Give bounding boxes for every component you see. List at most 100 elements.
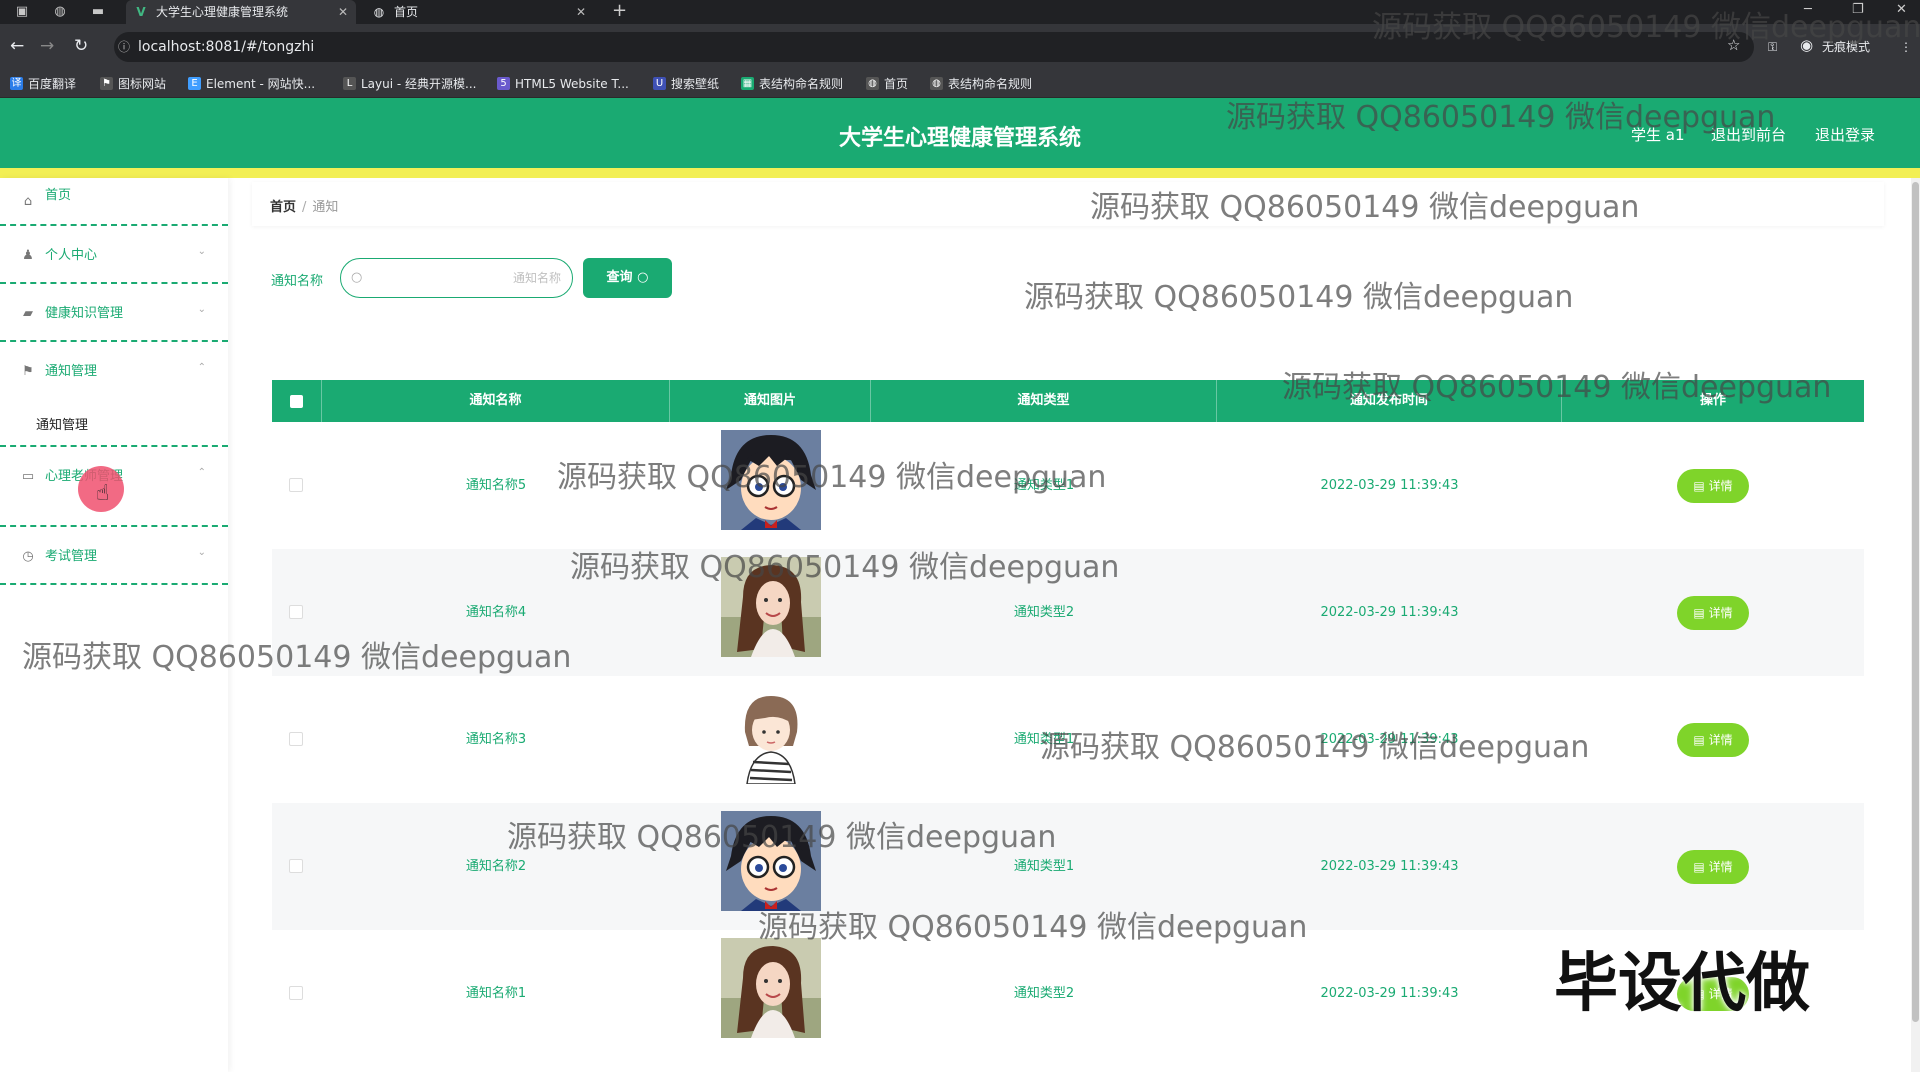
row-checkbox[interactable] — [289, 859, 303, 873]
query-button[interactable]: 查询 ○ — [583, 258, 672, 298]
select-all-cell — [272, 380, 322, 422]
document-icon: ▤ — [1693, 987, 1709, 1001]
chevron-down-icon: ⌄ — [197, 304, 206, 315]
anime-boy-avatar — [721, 430, 821, 530]
sidebar: ⌂ 首页 ♟ 个人中心 ⌄ ▰ 健康知识管理 ⌄ ⚑ 通知管理 ⌃ 通知管理 ▭… — [0, 178, 228, 1072]
notice-image — [721, 557, 821, 657]
cartoon-girl-avatar — [721, 684, 821, 784]
sidebar-item-profile[interactable]: ♟ 个人中心 ⌄ — [0, 226, 228, 284]
header-name: 通知名称 — [322, 380, 670, 422]
bookmarks-bar: 译百度翻译 ⚑ 图标网站 E Element - 网站快... L Layui - 经… — [0, 70, 1920, 98]
header-image: 通知图片 — [670, 380, 871, 422]
back-icon[interactable]: ← — [10, 36, 24, 56]
globe-icon[interactable]: ◍ — [51, 3, 69, 21]
bookmark[interactable]: L Layui - 经典开源模... — [343, 76, 476, 92]
notice-image — [721, 938, 821, 1038]
detail-button[interactable]: ▤ 详情 — [1677, 723, 1749, 757]
bookmark[interactable]: ⚑ 图标网站 — [100, 76, 166, 92]
url-field[interactable]: ⓘ localhost:8081/#/tongzhi — [114, 32, 1754, 62]
briefcase-icon: ▰ — [23, 306, 33, 321]
row-checkbox[interactable] — [289, 605, 303, 619]
tab-title: 首页 — [394, 5, 419, 19]
globe-icon: ◍ — [930, 77, 943, 90]
bookmark[interactable]: 5 HTML5 Website T... — [497, 76, 629, 92]
star-icon[interactable]: ☆ — [1727, 36, 1740, 54]
chevron-up-icon: ⌃ — [197, 362, 206, 373]
close-window-icon[interactable]: ✕ — [1896, 0, 1907, 20]
chevron-up-icon: ⌃ — [197, 467, 206, 478]
bookmark[interactable]: ◍ 表结构命名规则 — [930, 76, 1032, 92]
header-type: 通知类型 — [871, 380, 1217, 422]
breadcrumb: 首页 / 通知 — [252, 182, 1884, 226]
table-row: 通知名称1 通知类型2 2022-03-29 11:39:43 ▤ 详情 — [272, 930, 1864, 1057]
flag-icon: ⚑ — [100, 77, 113, 90]
reload-icon[interactable]: ↻ — [74, 36, 88, 56]
row-checkbox[interactable] — [289, 732, 303, 746]
browser-app-icon[interactable]: ▣ — [13, 3, 31, 21]
notice-type: 通知类型2 — [1013, 986, 1075, 1001]
incognito-label[interactable]: 无痕模式 — [1822, 38, 1870, 56]
document-icon: ▤ — [1693, 860, 1709, 874]
detail-button[interactable]: ▤ 详情 — [1677, 977, 1749, 1011]
browser-tab-active[interactable]: V 大学生心理健康管理系统 ✕ — [126, 0, 356, 24]
row-checkbox[interactable] — [289, 478, 303, 492]
breadcrumb-home[interactable]: 首页 — [270, 200, 296, 215]
sidebar-item-notices[interactable]: ⚑ 通知管理 ⌃ 通知管理 — [0, 342, 228, 447]
page-scrollbar[interactable] — [1911, 178, 1920, 1072]
notice-name: 通知名称4 — [465, 605, 527, 620]
notice-image — [721, 684, 821, 784]
close-tab-icon[interactable]: ✕ — [576, 0, 586, 24]
detail-button[interactable]: ▤ 详情 — [1677, 596, 1749, 630]
tab-strip-icon[interactable]: ▬ — [89, 3, 107, 21]
key-icon[interactable]: ⚿ — [1768, 38, 1777, 56]
incognito-icon[interactable]: ◉ — [1800, 36, 1813, 54]
close-tab-icon[interactable]: ✕ — [338, 0, 348, 24]
hand-cursor-icon: ☝ — [96, 481, 110, 506]
select-all-checkbox[interactable] — [290, 395, 303, 408]
logout-link[interactable]: 退出登录 — [1815, 124, 1875, 145]
breadcrumb-separator: / — [302, 200, 307, 215]
notice-name: 通知名称5 — [465, 478, 527, 493]
minimize-icon[interactable]: ─ — [1804, 0, 1812, 20]
bookmark[interactable]: E Element - 网站快... — [188, 76, 315, 92]
search-input-wrapper[interactable]: ○ — [340, 258, 573, 298]
clock-icon: ◷ — [22, 549, 34, 564]
bookmark[interactable]: ◍ 首页 — [866, 76, 908, 92]
app-header: 大学生心理健康管理系统 学生 a1 退出到前台 退出登录 — [0, 98, 1920, 168]
flag-icon: ⚑ — [22, 364, 34, 379]
detail-button[interactable]: ▤ 详情 — [1677, 469, 1749, 503]
table-row: 通知名称5 通知类型1 2022-03-29 11:39:43 ▤ 详情 — [272, 422, 1864, 549]
sidebar-item-health-knowledge[interactable]: ▰ 健康知识管理 ⌄ — [0, 284, 228, 342]
woman-photo — [721, 938, 821, 1038]
notice-name: 通知名称1 — [465, 986, 527, 1001]
sidebar-item-home[interactable]: ⌂ 首页 — [0, 178, 228, 226]
browser-tab[interactable]: ◍ 首页 ✕ — [364, 0, 594, 24]
restore-icon[interactable]: ❐ — [1852, 0, 1864, 20]
info-icon[interactable]: ⓘ — [118, 32, 130, 62]
vue-icon: V — [136, 5, 146, 19]
search-icon: ○ — [637, 270, 649, 285]
back-to-front-link[interactable]: 退出到前台 — [1711, 124, 1786, 145]
browser-tab-bar: ▣ ◍ ▬ V 大学生心理健康管理系统 ✕ ◍ 首页 ✕ + ─ ❐ ✕ — [0, 0, 1920, 24]
bookmark[interactable]: U 搜索壁纸 — [653, 76, 719, 92]
row-checkbox[interactable] — [289, 986, 303, 1000]
notice-name: 通知名称2 — [465, 859, 527, 874]
detail-button[interactable]: ▤ 详情 — [1677, 850, 1749, 884]
chat-icon: ▭ — [21, 469, 35, 484]
submenu-item-notice-management[interactable]: 通知管理 — [36, 414, 88, 433]
new-tab-button[interactable]: + — [612, 0, 627, 22]
breadcrumb-current: 通知 — [312, 200, 339, 215]
notice-time: 2022-03-29 11:39:43 — [1320, 732, 1459, 747]
notice-image — [721, 430, 821, 530]
bookmark[interactable]: 译百度翻译 — [10, 76, 76, 92]
bookmark[interactable]: ▦ 表结构命名规则 — [741, 76, 843, 92]
globe-icon: ◍ — [373, 5, 385, 19]
forward-icon[interactable]: → — [40, 36, 54, 56]
sidebar-item-exams[interactable]: ◷ 考试管理 ⌄ — [0, 527, 228, 585]
chevron-down-icon: ⌄ — [197, 547, 206, 558]
scrollbar-thumb[interactable] — [1912, 182, 1919, 1022]
search-input[interactable] — [375, 268, 561, 288]
current-user: 学生 a1 — [1631, 126, 1685, 144]
browser-menu-icon[interactable]: ⋮ — [1900, 38, 1912, 56]
globe-icon: ◍ — [866, 77, 879, 90]
